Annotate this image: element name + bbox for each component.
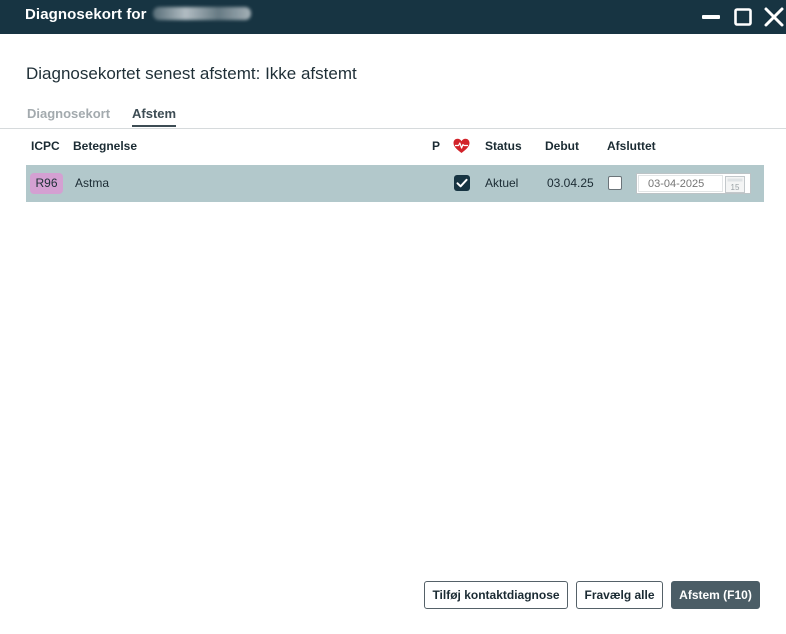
column-header-status: Status [485,139,522,153]
afsluttet-checkbox[interactable] [608,176,622,190]
deselect-all-button[interactable]: Fravælg alle [576,581,663,609]
close-icon [764,7,784,27]
heart-pulse-icon [453,138,470,154]
maximize-icon [734,8,752,26]
calendar-icon[interactable]: 15 [725,176,745,193]
afsluttet-date-input[interactable] [638,175,723,192]
p-checkbox[interactable] [454,175,470,191]
calendar-day-text: 15 [731,183,740,192]
column-header-betegnelse: Betegnelse [73,139,138,153]
column-header-debut: Debut [545,139,579,153]
icpc-code-badge: R96 [30,173,63,194]
redacted-patient-id [152,7,251,20]
checkmark-icon [456,178,468,188]
page-title: Diagnosekortet senest afstemt: Ikke afst… [26,64,357,83]
close-button[interactable] [762,5,786,29]
tab-afstem[interactable]: Afstem [132,106,177,127]
column-header-afsluttet: Afsluttet [607,139,656,153]
afsluttet-date-picker[interactable]: 15 [636,173,751,194]
tabs-divider [0,128,786,129]
column-header-p: P [432,139,441,153]
add-contact-diagnosis-button[interactable]: Tilføj kontaktdiagnose [424,581,568,609]
window-titlebar: Diagnosekort for [0,0,786,34]
minimize-button[interactable] [699,5,723,29]
minimize-icon [702,15,720,19]
column-header-icpc: ICPC [31,139,60,153]
window-title: Diagnosekort for [25,6,251,23]
table-row[interactable]: R96 Astma Aktuel 03.04.25 15 [26,165,764,202]
tab-diagnosekort[interactable]: Diagnosekort [27,106,110,121]
afstem-button[interactable]: Afstem (F10) [671,581,760,609]
window-title-text: Diagnosekort for [25,6,147,23]
maximize-button[interactable] [731,5,755,29]
status-value: Aktuel [485,176,519,190]
diagnosis-name: Astma [75,176,110,190]
debut-date: 03.04.25 [547,176,594,190]
